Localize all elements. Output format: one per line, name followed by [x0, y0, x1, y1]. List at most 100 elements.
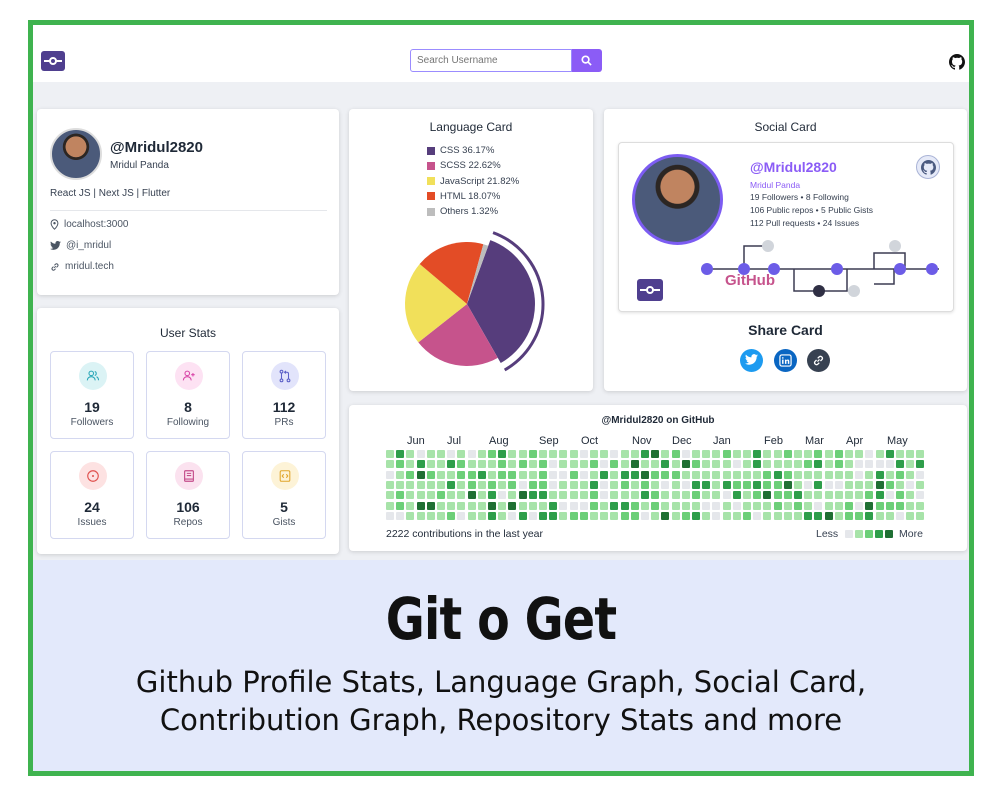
contribution-day[interactable] — [569, 450, 578, 458]
contribution-day[interactable] — [773, 470, 782, 479]
contribution-day[interactable] — [518, 511, 527, 520]
contribution-day[interactable] — [406, 480, 415, 489]
contribution-day[interactable] — [661, 470, 670, 479]
contribution-day[interactable] — [396, 450, 405, 458]
contribution-day[interactable] — [651, 460, 660, 469]
contribution-day[interactable] — [426, 491, 435, 500]
contribution-day[interactable] — [906, 470, 915, 479]
contribution-day[interactable] — [824, 501, 833, 510]
contribution-day[interactable] — [386, 470, 394, 479]
contribution-day[interactable] — [794, 480, 802, 489]
contribution-day[interactable] — [406, 501, 415, 510]
contribution-day[interactable] — [559, 460, 568, 469]
contribution-day[interactable] — [549, 480, 558, 489]
contribution-day[interactable] — [641, 491, 649, 500]
contribution-day[interactable] — [549, 460, 558, 469]
contribution-day[interactable] — [834, 501, 843, 510]
contribution-day[interactable] — [406, 450, 415, 458]
contribution-day[interactable] — [416, 491, 425, 500]
contribution-day[interactable] — [702, 491, 711, 500]
contribution-day[interactable] — [824, 480, 833, 489]
contribution-day[interactable] — [488, 491, 496, 500]
contribution-day[interactable] — [528, 480, 537, 489]
contribution-day[interactable] — [855, 460, 864, 469]
contribution-day[interactable] — [447, 450, 456, 458]
contribution-day[interactable] — [671, 480, 680, 489]
contribution-day[interactable] — [834, 511, 843, 520]
contribution-day[interactable] — [794, 491, 802, 500]
contribution-day[interactable] — [722, 470, 731, 479]
contribution-day[interactable] — [794, 470, 802, 479]
contribution-day[interactable] — [559, 450, 568, 458]
contribution-day[interactable] — [488, 501, 496, 510]
contribution-day[interactable] — [875, 491, 884, 500]
contribution-day[interactable] — [763, 511, 772, 520]
contribution-day[interactable] — [518, 491, 527, 500]
contribution-day[interactable] — [386, 460, 394, 469]
contribution-day[interactable] — [641, 501, 649, 510]
contribution-day[interactable] — [539, 460, 547, 469]
contribution-day[interactable] — [508, 470, 517, 479]
contribution-day[interactable] — [773, 491, 782, 500]
contribution-day[interactable] — [732, 470, 741, 479]
contribution-day[interactable] — [845, 501, 853, 510]
contribution-day[interactable] — [743, 460, 751, 469]
contribution-day[interactable] — [692, 480, 700, 489]
app-logo-icon[interactable] — [41, 51, 65, 71]
contribution-day[interactable] — [539, 480, 547, 489]
contribution-day[interactable] — [406, 491, 415, 500]
contribution-day[interactable] — [488, 450, 496, 458]
contribution-day[interactable] — [620, 460, 629, 469]
contribution-day[interactable] — [732, 460, 741, 469]
contribution-day[interactable] — [437, 511, 445, 520]
contribution-day[interactable] — [855, 450, 864, 458]
contribution-day[interactable] — [906, 511, 915, 520]
contribution-day[interactable] — [763, 480, 772, 489]
contribution-day[interactable] — [814, 450, 823, 458]
contribution-day[interactable] — [783, 511, 792, 520]
contribution-day[interactable] — [865, 460, 874, 469]
contribution-day[interactable] — [396, 501, 405, 510]
share-twitter-button[interactable] — [740, 349, 763, 372]
contribution-day[interactable] — [437, 491, 445, 500]
contribution-day[interactable] — [814, 480, 823, 489]
contribution-day[interactable] — [702, 480, 711, 489]
contribution-day[interactable] — [712, 460, 721, 469]
contribution-day[interactable] — [845, 511, 853, 520]
contribution-day[interactable] — [508, 450, 517, 458]
contribution-day[interactable] — [824, 511, 833, 520]
contribution-day[interactable] — [773, 450, 782, 458]
contribution-day[interactable] — [508, 491, 517, 500]
contribution-day[interactable] — [896, 501, 904, 510]
contribution-day[interactable] — [681, 470, 690, 479]
contribution-day[interactable] — [590, 511, 598, 520]
contribution-day[interactable] — [681, 501, 690, 510]
contribution-day[interactable] — [712, 501, 721, 510]
contribution-day[interactable] — [906, 491, 915, 500]
contribution-day[interactable] — [885, 501, 894, 510]
contribution-day[interactable] — [855, 511, 864, 520]
contribution-day[interactable] — [702, 450, 711, 458]
contribution-day[interactable] — [896, 470, 904, 479]
contribution-day[interactable] — [712, 511, 721, 520]
contribution-day[interactable] — [692, 470, 700, 479]
contribution-day[interactable] — [783, 460, 792, 469]
contribution-day[interactable] — [590, 480, 598, 489]
contribution-day[interactable] — [467, 480, 476, 489]
contribution-day[interactable] — [916, 470, 925, 479]
contribution-day[interactable] — [753, 450, 762, 458]
contribution-day[interactable] — [437, 501, 445, 510]
contribution-day[interactable] — [661, 491, 670, 500]
contribution-day[interactable] — [549, 491, 558, 500]
contribution-day[interactable] — [457, 460, 466, 469]
contribution-day[interactable] — [671, 491, 680, 500]
contribution-day[interactable] — [783, 501, 792, 510]
contribution-day[interactable] — [814, 511, 823, 520]
contribution-day[interactable] — [620, 491, 629, 500]
contribution-day[interactable] — [477, 460, 486, 469]
contribution-day[interactable] — [794, 511, 802, 520]
contribution-day[interactable] — [702, 460, 711, 469]
contribution-day[interactable] — [681, 450, 690, 458]
contribution-day[interactable] — [600, 491, 609, 500]
contribution-day[interactable] — [457, 480, 466, 489]
